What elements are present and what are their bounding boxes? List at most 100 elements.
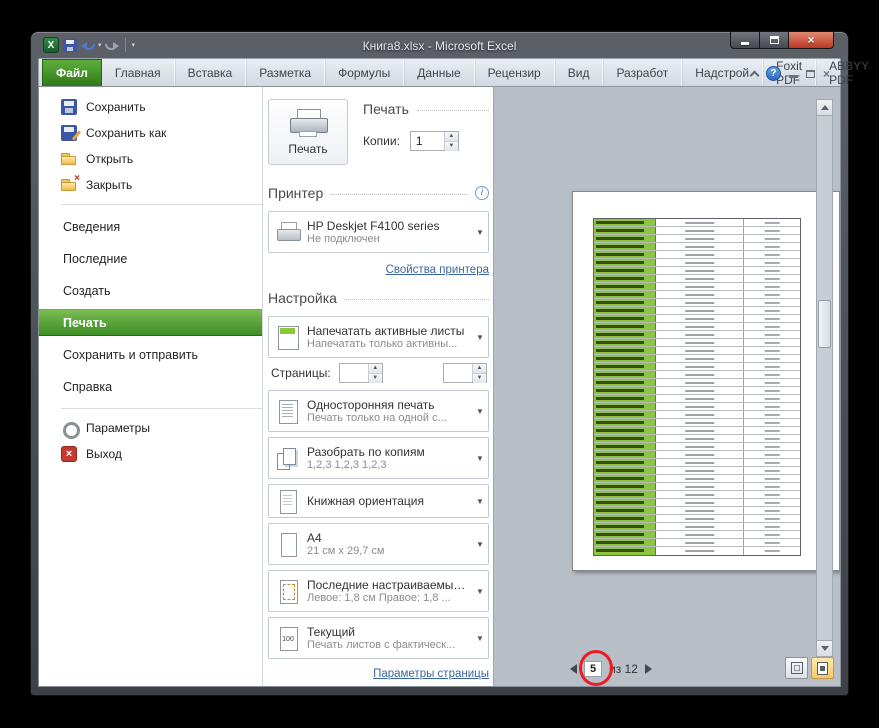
setting-dropdown-collate[interactable]: Разобрать по копиям 1,2,3 1,2,3 1,2,3: [268, 437, 489, 479]
printer-properties-row: Свойства принтера: [268, 260, 489, 278]
menu-item-сохранить-и-отправить[interactable]: Сохранить и отправить: [39, 341, 262, 368]
setting-dropdown-one-sided[interactable]: Односторонняя печать Печать только на одн…: [268, 390, 489, 432]
menu-item-параметры[interactable]: Параметры: [39, 417, 262, 439]
close-icon: [807, 34, 814, 46]
tab-формулы[interactable]: Формулы: [325, 59, 405, 86]
table-row: [594, 483, 800, 491]
section-settings-label: Настройка: [268, 290, 337, 306]
pages-to-spin-buttons: [472, 364, 486, 383]
table-row: [594, 467, 800, 475]
menu-item-печать[interactable]: Печать: [39, 309, 262, 336]
save-icon: [61, 99, 77, 115]
minimize-button[interactable]: [730, 32, 760, 49]
tab-вид[interactable]: Вид: [555, 59, 604, 86]
table-row: [594, 283, 800, 291]
menu-item-выход[interactable]: Выход: [39, 443, 262, 465]
table-row: [594, 475, 800, 483]
setting-dropdown-margins[interactable]: Последние настраиваемые ... Левое: 1,8 см…: [268, 570, 489, 612]
table-row: [594, 491, 800, 499]
doc-minimize-icon[interactable]: [788, 75, 798, 78]
ribbon-extras: [749, 66, 830, 81]
pages-from-spinner[interactable]: [338, 363, 383, 383]
doc-restore-icon[interactable]: [805, 69, 815, 78]
menu-item-закрыть[interactable]: Закрыть: [39, 174, 262, 196]
menu-item-последние[interactable]: Последние: [39, 245, 262, 272]
setting-dropdown-scale[interactable]: ТекущийПечать листов с фактическ...: [268, 617, 489, 659]
copies-spinner[interactable]: 1: [409, 131, 459, 151]
tab-разработ[interactable]: Разработ: [603, 59, 683, 86]
collapse-ribbon-icon[interactable]: [749, 70, 760, 81]
pages-from-value[interactable]: [340, 364, 368, 382]
next-page-icon[interactable]: [644, 664, 652, 674]
spin-up-icon[interactable]: [368, 364, 382, 374]
menu-item-создать[interactable]: Создать: [39, 277, 262, 304]
copies-value[interactable]: 1: [411, 132, 444, 150]
menu-item-сведения[interactable]: Сведения: [39, 213, 262, 240]
pages-to-spinner[interactable]: [443, 363, 487, 383]
preview-tools: [785, 657, 834, 679]
open-icon: [61, 151, 77, 167]
tab-рецензир[interactable]: Рецензир: [475, 59, 555, 86]
spin-up-icon[interactable]: [473, 364, 486, 374]
table-row: [594, 443, 800, 451]
spin-down-icon[interactable]: [473, 374, 486, 383]
table-row: [594, 355, 800, 363]
printer-dropdown[interactable]: HP Deskjet F4100 series Не подключен: [268, 211, 489, 253]
tab-разметка[interactable]: Разметка: [246, 59, 326, 86]
close-icon: [61, 177, 77, 193]
section-rule: [331, 193, 467, 195]
tab-главная[interactable]: Главная: [102, 59, 175, 86]
print-button-label: Печать: [288, 141, 328, 156]
show-margins-button[interactable]: [785, 657, 808, 679]
current-page-input[interactable]: 5: [584, 661, 602, 677]
menu-item-справка[interactable]: Справка: [39, 373, 262, 400]
tab-файл[interactable]: Файл: [42, 59, 102, 86]
previous-page-icon[interactable]: [570, 664, 577, 674]
restore-button[interactable]: [760, 32, 788, 49]
scroll-down-button[interactable]: [817, 640, 832, 656]
setting-dropdown-sheets[interactable]: Напечатать активные листы Напечатать толь…: [268, 316, 489, 358]
title-bar[interactable]: Книга8.xlsx - Microsoft Excel: [31, 32, 848, 58]
preview-scrollbar[interactable]: [816, 99, 833, 657]
chevron-down-icon: [472, 587, 488, 596]
printer-properties-link[interactable]: Свойства принтера: [386, 264, 489, 276]
table-row: [594, 219, 800, 227]
spin-down-icon[interactable]: [368, 374, 382, 383]
scrollbar-thumb[interactable]: [818, 300, 831, 348]
table-row: [594, 347, 800, 355]
setting-dropdown-a4[interactable]: A4 21 см x 29,7 см: [268, 523, 489, 565]
doc-close-icon[interactable]: [823, 68, 830, 80]
close-button[interactable]: [788, 32, 834, 49]
window-title: Книга8.xlsx - Microsoft Excel: [362, 39, 517, 53]
print-button[interactable]: Печать: [268, 99, 348, 165]
printer-status: Не подключен: [307, 233, 380, 245]
table-row: [594, 499, 800, 507]
menu-item-сохранить[interactable]: Сохранить: [39, 96, 262, 118]
minimize-icon: [741, 41, 749, 45]
tab-вставка[interactable]: Вставка: [175, 59, 247, 86]
spin-up-icon[interactable]: [444, 132, 458, 142]
menu-item-открыть[interactable]: Открыть: [39, 148, 262, 170]
pages-to-value[interactable]: [444, 364, 472, 382]
pages-row: Страницы:: [271, 363, 487, 383]
print-panel-top: Печать Печать Копии: 1: [268, 99, 489, 165]
table-row: [594, 235, 800, 243]
screen: Книга8.xlsx - Microsoft Excel ФайлГлавна…: [0, 0, 879, 728]
zoom-to-page-button[interactable]: [811, 657, 834, 679]
section-print-label: Печать: [363, 101, 409, 117]
tab-данные[interactable]: Данные: [404, 59, 475, 86]
copies-spin-buttons: [443, 132, 458, 151]
section-settings: Настройка: [268, 288, 489, 308]
spin-down-icon[interactable]: [444, 142, 458, 151]
help-icon[interactable]: [765, 66, 781, 81]
scroll-up-button[interactable]: [817, 100, 832, 116]
setting-dropdown-portrait[interactable]: Книжная ориентация: [268, 484, 489, 518]
info-icon[interactable]: [475, 186, 489, 200]
page-setup-link[interactable]: Параметры страницы: [373, 668, 489, 680]
menu-item-сохранить-как[interactable]: Сохранить как: [39, 122, 262, 144]
table-row: [594, 371, 800, 379]
copies-area: Печать Копии: 1: [348, 99, 489, 165]
excel-window: Книга8.xlsx - Microsoft Excel ФайлГлавна…: [30, 31, 869, 696]
scale-icon: [273, 624, 303, 652]
table-row: [594, 411, 800, 419]
